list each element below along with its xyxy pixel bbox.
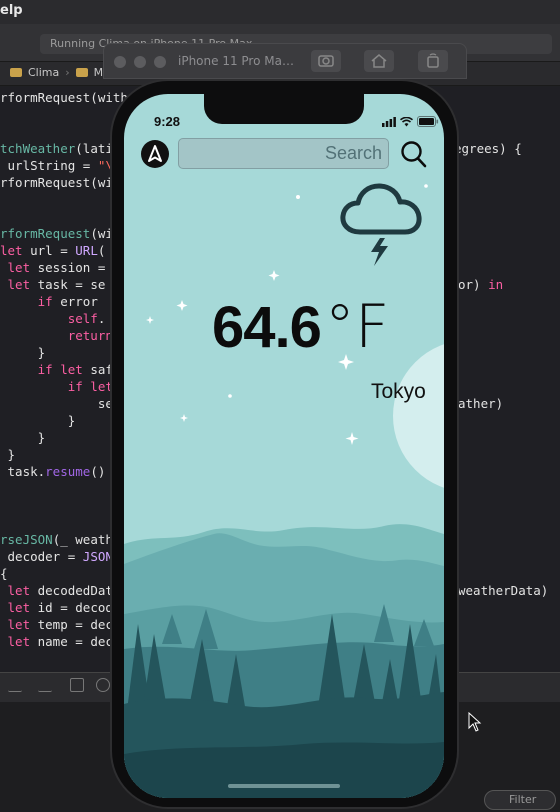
moon-shape <box>393 344 444 488</box>
code-line: let temp = dec <box>7 617 113 632</box>
search-button[interactable] <box>400 139 428 169</box>
step-over-icon[interactable] <box>8 678 22 692</box>
code-line: se <box>0 396 113 411</box>
status-time: 9:28 <box>154 114 181 129</box>
rotate-icon <box>427 53 439 68</box>
layout-icon[interactable] <box>70 678 84 692</box>
code-line: task.resume() <box>0 464 106 479</box>
city-label: Tokyo <box>371 380 426 403</box>
code-line: rformRequest(wi <box>0 226 113 241</box>
code-line: or) in <box>458 277 504 292</box>
zoom-window-button[interactable] <box>154 56 166 68</box>
code-line: urlString = "\ <box>0 158 113 173</box>
camera-icon <box>318 55 334 67</box>
device-notch <box>204 94 364 124</box>
location-arrow-icon <box>148 145 162 162</box>
code-line: if let <box>67 379 113 394</box>
wifi-icon <box>400 116 413 126</box>
mouse-cursor-icon <box>468 712 482 732</box>
app-screen: 9:28 64.6 <box>124 94 444 798</box>
code-line: egrees) { <box>454 141 522 156</box>
code-line: ather) <box>458 396 504 411</box>
minimize-window-button[interactable] <box>134 56 146 68</box>
breadcrumb[interactable]: Clima › M <box>10 66 103 79</box>
code-line: { <box>0 566 8 581</box>
screenshot-button[interactable] <box>311 50 341 72</box>
code-line: } <box>0 345 46 360</box>
code-line: let url = URL( <box>0 243 106 258</box>
menu-help[interactable]: elp <box>0 3 23 18</box>
close-window-button[interactable] <box>114 56 126 68</box>
cellular-signal-icon <box>382 116 396 127</box>
code-line: rformRequest(wit <box>0 175 121 190</box>
folder-icon <box>10 68 22 77</box>
code-line: if error <box>37 294 98 309</box>
temperature-value: 64.6 <box>212 295 322 360</box>
code-line: decoder = JSON <box>0 549 113 564</box>
breadcrumb-item[interactable]: M <box>94 66 104 79</box>
simulator-title: iPhone 11 Pro Ma… <box>178 54 294 68</box>
code-line: } <box>0 430 46 445</box>
xcode-menubar: elp <box>0 0 560 24</box>
filter-input[interactable]: Filter <box>484 790 556 810</box>
code-line: weatherData) <box>458 583 549 598</box>
code-line: let id = decod <box>7 600 113 615</box>
chevron-right-icon: › <box>65 66 70 79</box>
code-line: let name = dec <box>7 634 113 649</box>
code-line: if let saf <box>37 362 113 377</box>
location-button[interactable] <box>141 140 169 168</box>
code-line: tchWeather(lati <box>0 141 113 156</box>
search-icon <box>401 141 427 168</box>
code-line: let task = se <box>7 277 106 292</box>
home-button[interactable] <box>364 50 394 72</box>
code-line: return <box>67 328 113 343</box>
code-line: let decodedDat <box>7 583 113 598</box>
settings-icon[interactable] <box>96 678 110 692</box>
battery-icon <box>417 116 439 127</box>
code-line: } <box>0 447 16 462</box>
home-indicator <box>228 784 340 788</box>
search-input[interactable] <box>178 138 389 169</box>
code-line: self. <box>67 311 106 326</box>
code-line: rformRequest(with: <box>0 90 136 105</box>
folder-icon <box>75 68 88 77</box>
temperature-unit: °F <box>324 292 390 362</box>
temperature-display: 64.6 °F <box>212 292 389 362</box>
breadcrumb-item[interactable]: Clima <box>28 66 59 79</box>
status-icons <box>382 116 439 127</box>
cloud-bolt-icon <box>340 183 422 266</box>
home-icon <box>371 54 387 68</box>
code-line: rseJSON(_ weath <box>0 532 113 547</box>
step-in-icon[interactable] <box>38 678 52 692</box>
code-line: } <box>0 413 76 428</box>
rotate-button[interactable] <box>418 50 448 72</box>
code-line: let session = <box>7 260 106 275</box>
